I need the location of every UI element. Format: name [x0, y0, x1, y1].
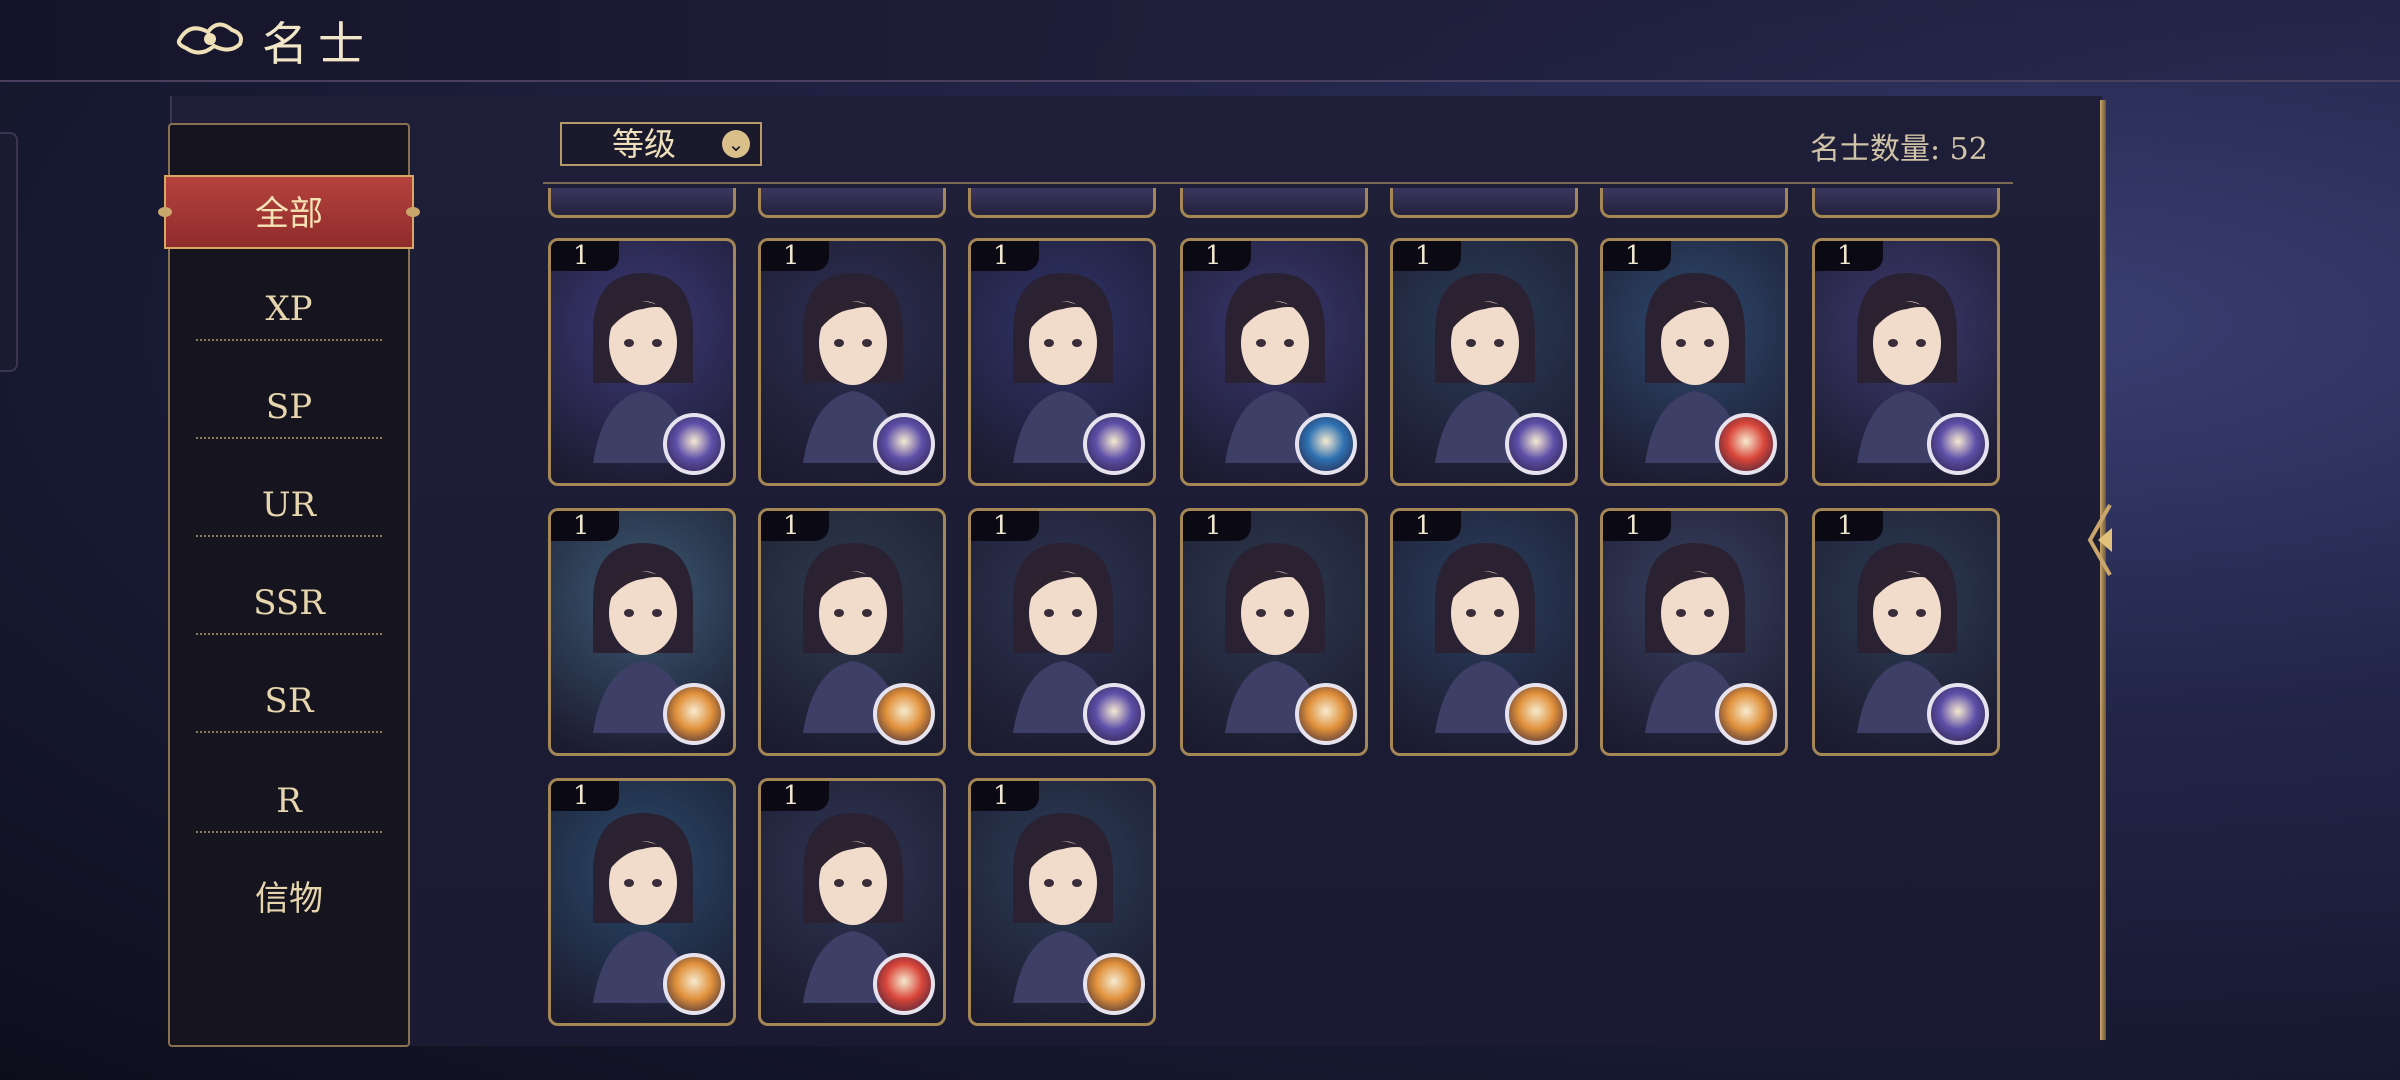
orange-emblem-icon	[1083, 953, 1145, 1015]
sidebar-item-xp[interactable]: XP	[196, 279, 382, 341]
level-badge: 1	[761, 781, 829, 811]
sidebar-item-label: UR	[261, 485, 317, 525]
hero-card[interactable]: 1	[1812, 238, 2000, 486]
blue-emblem-icon	[1295, 413, 1357, 475]
sort-label: 等级	[612, 125, 677, 163]
ornament-dot	[406, 207, 420, 217]
orange-emblem-icon	[1505, 683, 1567, 745]
red-emblem-icon	[873, 953, 935, 1015]
sidebar-item-label: SSR	[253, 583, 325, 623]
hero-card[interactable]: 1	[1812, 508, 2000, 756]
purple-emblem-icon	[1083, 683, 1145, 745]
sidebar-item-ssr[interactable]: SSR	[196, 573, 382, 635]
hero-card[interactable]: 1	[1390, 238, 1578, 486]
hero-card[interactable]: 1	[1180, 508, 1368, 756]
hero-card[interactable]: 1	[968, 508, 1156, 756]
red-emblem-icon	[1715, 413, 1777, 475]
sidebar-item-token[interactable]: 信物	[196, 869, 382, 929]
sidebar-item-all[interactable]: 全部	[164, 175, 414, 249]
purple-emblem-icon	[663, 413, 725, 475]
level-badge: 1	[971, 511, 1039, 541]
level-badge: 1	[1183, 511, 1251, 541]
sidebar-item-sr[interactable]: SR	[196, 671, 382, 733]
hero-card[interactable]: 1	[1600, 508, 1788, 756]
hero-card[interactable]: 1	[548, 238, 736, 486]
level-badge: 1	[971, 781, 1039, 811]
level-badge: 1	[761, 241, 829, 271]
card-partial[interactable]	[1600, 188, 1788, 218]
sidebar-item-label: XP	[265, 289, 313, 329]
hero-card[interactable]: 1	[968, 778, 1156, 1026]
card-partial[interactable]	[968, 188, 1156, 218]
card-partial[interactable]	[1390, 188, 1578, 218]
card-partial[interactable]	[1180, 188, 1368, 218]
collapse-arrow-icon[interactable]	[2080, 500, 2120, 580]
sidebar-item-label: 信物	[255, 879, 323, 919]
purple-emblem-icon	[1927, 413, 1989, 475]
purple-emblem-icon	[1927, 683, 1989, 745]
card-partial[interactable]	[1812, 188, 2000, 218]
hero-card[interactable]: 1	[1390, 508, 1578, 756]
level-badge: 1	[1815, 511, 1883, 541]
level-badge: 1	[1603, 241, 1671, 271]
hero-card[interactable]: 1	[758, 778, 946, 1026]
side-drawer-tab[interactable]	[0, 132, 18, 372]
hero-card[interactable]: 1	[548, 778, 736, 1026]
level-badge: 1	[551, 781, 619, 811]
level-badge: 1	[1393, 511, 1461, 541]
hero-card[interactable]: 1	[548, 508, 736, 756]
rarity-sidebar: 全部 XP SP UR SSR SR R 信物	[158, 123, 420, 1047]
level-badge: 1	[761, 511, 829, 541]
card-partial[interactable]	[548, 188, 736, 218]
level-badge: 1	[971, 241, 1039, 271]
ornament-dot	[158, 207, 172, 217]
purple-emblem-icon	[1083, 413, 1145, 475]
level-badge: 1	[1603, 511, 1671, 541]
hero-card[interactable]: 1	[1600, 238, 1788, 486]
card-partial[interactable]	[758, 188, 946, 218]
sidebar-item-r[interactable]: R	[196, 771, 382, 833]
sidebar-item-label: SP	[265, 387, 313, 427]
level-badge: 1	[1393, 241, 1461, 271]
level-sort-dropdown[interactable]: 等级 ⌄	[560, 122, 762, 166]
orange-emblem-icon	[663, 683, 725, 745]
level-badge: 1	[551, 241, 619, 271]
cloud-scroll-icon	[176, 22, 243, 55]
sidebar-item-label: 全部	[255, 194, 323, 234]
hero-card[interactable]: 1	[1180, 238, 1368, 486]
chevron-down-icon: ⌄	[722, 130, 750, 158]
divider	[543, 182, 2013, 184]
orange-emblem-icon	[1715, 683, 1777, 745]
hero-card[interactable]: 1	[758, 238, 946, 486]
sidebar-item-label: SR	[264, 681, 314, 721]
sidebar-item-label: R	[276, 781, 302, 821]
level-badge: 1	[1815, 241, 1883, 271]
orange-emblem-icon	[1295, 683, 1357, 745]
orange-emblem-icon	[663, 953, 725, 1015]
purple-emblem-icon	[873, 413, 935, 475]
hero-card[interactable]: 1	[968, 238, 1156, 486]
hero-count: 名士数量: 52	[1810, 132, 1988, 167]
page-title: 名士	[262, 17, 374, 71]
sidebar-item-sp[interactable]: SP	[196, 377, 382, 439]
purple-emblem-icon	[1505, 413, 1567, 475]
hero-card[interactable]: 1	[758, 508, 946, 756]
top-bar: 名士	[0, 0, 2400, 82]
level-badge: 1	[551, 511, 619, 541]
orange-emblem-icon	[873, 683, 935, 745]
sidebar-item-ur[interactable]: UR	[196, 475, 382, 537]
level-badge: 1	[1183, 241, 1251, 271]
